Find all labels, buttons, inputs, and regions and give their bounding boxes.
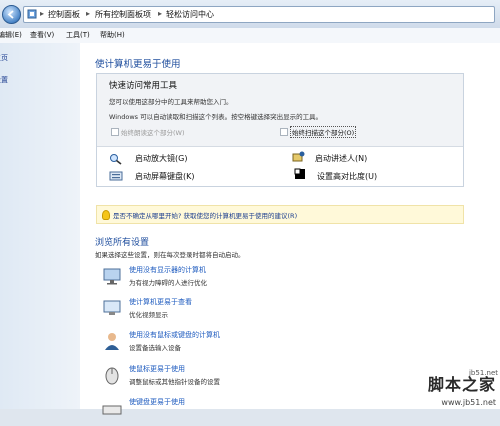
narrator-icon (292, 151, 305, 162)
high-contrast-icon (294, 168, 305, 179)
item-desc: 设置备选输入设备 (129, 344, 181, 352)
on-screen-keyboard-icon (109, 171, 123, 181)
back-button[interactable] (2, 5, 21, 24)
control-panel-icon (27, 9, 37, 19)
lightbulb-icon (102, 210, 110, 220)
menu-bar: 编辑(E) 查看(V) 工具(T) 帮助(H) (0, 28, 500, 44)
magnifier-icon (110, 154, 122, 165)
item-desc: 为有视力障碍的人进行优化 (129, 279, 207, 287)
list-item[interactable]: 使用没有显示器的计算机 为有视力障碍的人进行优化 (98, 264, 478, 294)
address-bar: ▸ 控制面板 ▸ 所有控制面板项 ▸ 轻松访问中心 (0, 0, 500, 29)
start-on-screen-keyboard-link[interactable]: 启动屏幕键盘(K) (135, 171, 195, 182)
menu-help[interactable]: 帮助(H) (100, 30, 125, 40)
item-link[interactable]: 使键盘更易于使用 (129, 397, 185, 407)
quick-access-line1: 您可以使用这部分中的工具来帮助您入门。 (109, 98, 233, 106)
watermark-title: 脚本之家 (427, 375, 496, 394)
item-link[interactable]: 使用没有显示器的计算机 (129, 265, 206, 275)
left-link-home[interactable]: 主页 (0, 53, 8, 63)
item-link[interactable]: 使鼠标更易于使用 (129, 364, 185, 374)
item-link[interactable]: 使计算机更易于查看 (129, 297, 192, 307)
quick-access-panel: 快速访问常用工具 您可以使用这部分中的工具来帮助您入门。 Windows 可以自… (96, 73, 464, 187)
list-item[interactable]: 使用没有鼠标或键盘的计算机 设置备选输入设备 (98, 329, 478, 359)
menu-edit[interactable]: 编辑(E) (0, 30, 22, 40)
breadcrumb-ease-of-access[interactable]: 轻松访问中心 (166, 9, 214, 20)
breadcrumb-control-panel[interactable]: 控制面板 (48, 9, 80, 20)
browse-settings-subtitle: 如果选择这些设置，则在每次登录时都将自动启动。 (95, 251, 245, 259)
breadcrumb-all-items[interactable]: 所有控制面板项 (95, 9, 151, 20)
quick-access-header: 快速访问常用工具 您可以使用这部分中的工具来帮助您入门。 Windows 可以自… (97, 74, 463, 147)
start-narrator-link[interactable]: 启动讲述人(N) (315, 153, 367, 164)
address-field[interactable]: ▸ 控制面板 ▸ 所有控制面板项 ▸ 轻松访问中心 (23, 6, 495, 23)
back-arrow-icon (7, 10, 14, 19)
menu-view[interactable]: 查看(V) (30, 30, 54, 40)
left-nav: 主页 设置 (0, 43, 80, 409)
list-item[interactable]: 使鼠标更易于使用 调整鼠标或其他指针设备的设置 (98, 363, 478, 393)
recommendation-link[interactable]: 是否不确定从哪里开始? 获取使您的计算机更易于使用的建议(R) (113, 210, 297, 220)
main-content: 使计算机更易于使用 快速访问常用工具 您可以使用这部分中的工具来帮助您入门。 W… (80, 43, 500, 415)
quick-access-title: 快速访问常用工具 (109, 81, 178, 91)
display-icon (103, 300, 121, 315)
left-link-settings[interactable]: 设置 (0, 75, 8, 85)
monitor-icon (103, 268, 121, 285)
read-section-checkbox[interactable] (111, 128, 119, 136)
item-desc: 优化视频显示 (129, 311, 168, 319)
mouse-icon (105, 367, 119, 385)
scan-section-checkbox[interactable] (280, 128, 288, 136)
item-desc: 调整鼠标或其他指针设备的设置 (129, 378, 220, 386)
quick-access-line2: Windows 可以自动读取和扫描这个列表。按空格键选择突出显示的工具。 (109, 113, 323, 121)
start-magnifier-link[interactable]: 启动放大镜(G) (135, 153, 187, 164)
item-link[interactable]: 使用没有鼠标或键盘的计算机 (129, 330, 220, 340)
read-section-label: 始终朗读这个部分(W) (121, 129, 185, 137)
keyboard-icon (102, 405, 122, 415)
set-high-contrast-link[interactable]: 设置高对比度(U) (317, 171, 377, 182)
recommendation-tip: 是否不确定从哪里开始? 获取使您的计算机更易于使用的建议(R) (96, 205, 464, 224)
list-item[interactable]: 使计算机更易于查看 优化视频显示 (98, 296, 478, 326)
watermark-url: www.jb51.net (441, 398, 496, 407)
browse-settings-heading: 浏览所有设置 (95, 238, 150, 248)
user-icon (105, 333, 119, 350)
scan-section-label: 始终扫描这个部分(O) (290, 126, 357, 138)
page-title: 使计算机更易于使用 (95, 59, 181, 70)
menu-tools[interactable]: 工具(T) (66, 30, 90, 40)
list-item[interactable]: 使键盘更易于使用 (98, 396, 478, 426)
